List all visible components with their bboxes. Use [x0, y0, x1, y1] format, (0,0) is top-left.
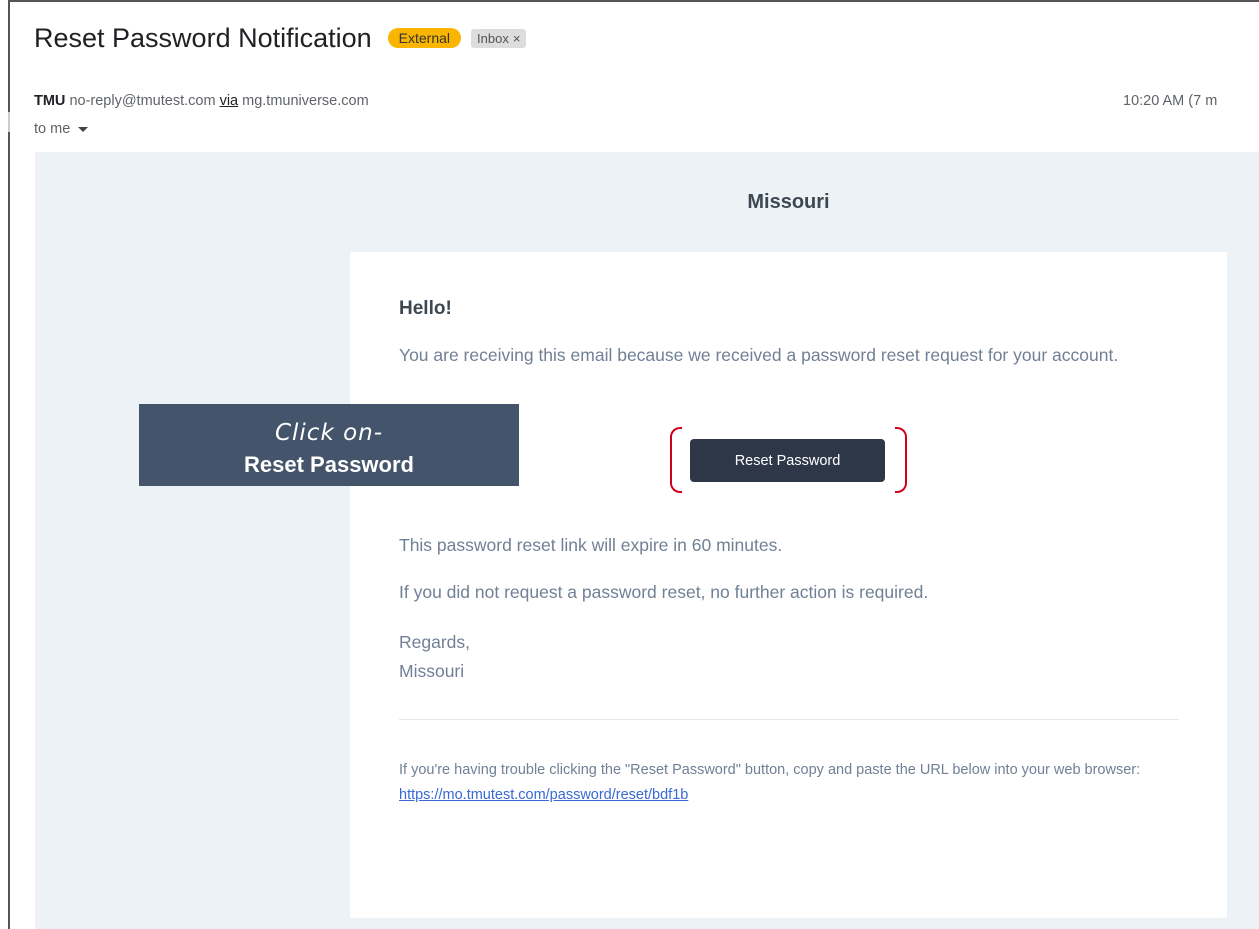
intro-text: You are receiving this email because we …	[399, 345, 1119, 365]
regards-text: Regards,	[399, 632, 471, 652]
sender-email: no-reply@tmutest.com	[69, 93, 216, 109]
email-time: 10:20 AM (7 m	[1123, 93, 1218, 109]
inbox-label[interactable]: Inbox ×	[471, 28, 527, 48]
external-badge: External	[387, 28, 462, 48]
signature-block: Regards, Missouri	[399, 628, 1159, 686]
highlight-bracket-right	[895, 427, 907, 493]
sender-name: TMU	[34, 93, 66, 109]
divider	[399, 719, 1179, 720]
signature-text: Missouri	[399, 661, 465, 681]
no-action-text: If you did not request a password reset,…	[399, 582, 929, 602]
scroll-tick	[8, 112, 10, 132]
sender-row: TMU no-reply@tmutest.com via mg.tmuniver…	[34, 93, 369, 109]
trouble-text: If you're having trouble clicking the "R…	[399, 762, 1141, 778]
inbox-label-text: Inbox	[477, 30, 509, 46]
instruction-callout: Click on- Reset Password	[139, 404, 519, 486]
org-title: Missouri	[747, 191, 830, 213]
recipient-label: to me	[34, 121, 71, 137]
expire-text: This password reset link will expire in …	[399, 535, 783, 555]
subject-row: Reset Password Notification External Inb…	[34, 20, 527, 56]
via-link[interactable]: via	[220, 93, 239, 109]
highlight-bracket-left	[670, 427, 682, 493]
reset-password-button[interactable]: Reset Password	[690, 439, 885, 482]
email-subject: Reset Password Notification	[34, 22, 372, 53]
callout-line1: Click on-	[274, 420, 384, 446]
callout-line2: Reset Password	[244, 452, 414, 477]
close-icon[interactable]: ×	[513, 31, 521, 46]
greeting: Hello!	[399, 298, 452, 319]
via-domain: mg.tmuniverse.com	[242, 93, 369, 109]
trouble-text-block: If you're having trouble clicking the "R…	[399, 758, 1189, 808]
caret-down-icon	[78, 126, 89, 132]
reset-url-link[interactable]: https://mo.tmutest.com/password/reset/bd…	[399, 787, 688, 803]
recipient-dropdown[interactable]: to me	[34, 121, 89, 137]
